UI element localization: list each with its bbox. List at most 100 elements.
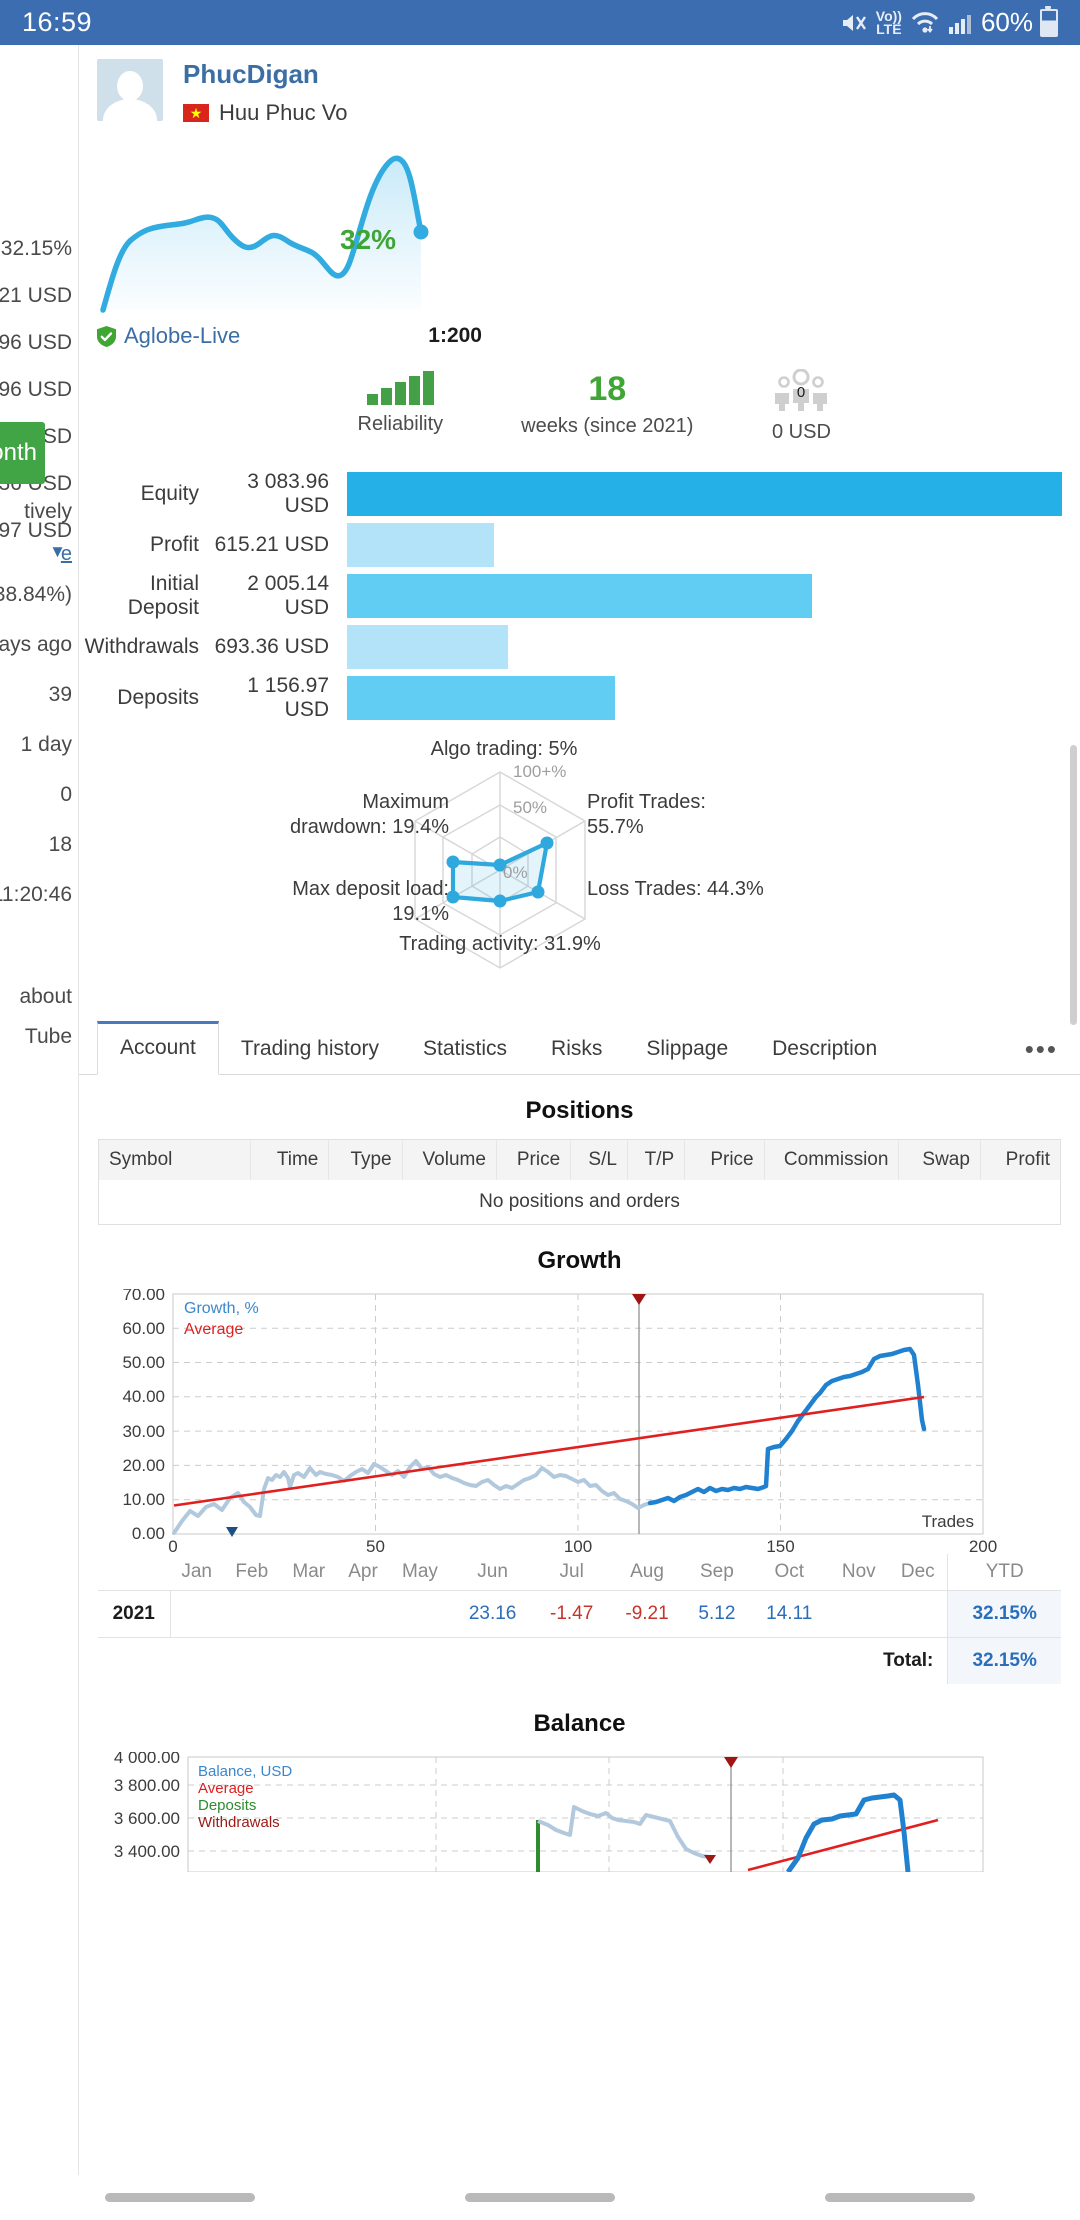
svg-text:0.00: 0.00 — [132, 1524, 165, 1543]
peek-stat-5: 0 — [60, 783, 72, 806]
svg-text:60.00: 60.00 — [122, 1319, 165, 1338]
peek-stat-7: 5 11:20:46 — [0, 883, 72, 906]
profile-login[interactable]: PhucDigan — [183, 59, 347, 89]
bar-fill-deposits — [347, 676, 616, 720]
peek-stat-4: 1 day — [20, 733, 72, 756]
col-price-open[interactable]: Price — [496, 1139, 572, 1180]
status-bar: 16:59 Vo)) LTE 60% — [0, 0, 1080, 45]
col-commission[interactable]: Commission — [764, 1139, 900, 1180]
radar-label-trading-activity: Trading activity: 31.9% — [355, 932, 645, 957]
table-row: 2021 23.16 -1.47 -9.21 5.12 14.11 32.15% — [98, 1590, 1061, 1638]
radar-label-profit-trades: Profit Trades: 55.7% — [587, 791, 706, 838]
cell-mar — [280, 1590, 338, 1638]
radar-label-loss-trades: Loss Trades: 44.3% — [587, 877, 807, 902]
tab-description[interactable]: Description — [750, 1024, 899, 1074]
bar-label-deposits: Deposits — [117, 686, 199, 709]
col-time[interactable]: Time — [250, 1139, 330, 1180]
bar-track — [347, 472, 1062, 516]
svg-text:0: 0 — [797, 384, 805, 401]
weeks-metric: 18 weeks (since 2021) — [521, 371, 693, 444]
tab-overflow-menu-icon[interactable]: ••• — [1025, 1024, 1080, 1074]
nav-recents-pill[interactable] — [825, 2193, 975, 2202]
growth-sparkline: 32% — [97, 132, 517, 317]
radar-label-loss-trades-text: Loss Trades: 44.3% — [587, 878, 764, 900]
svg-text:100: 100 — [564, 1537, 592, 1554]
col-symbol[interactable]: Symbol — [98, 1139, 251, 1180]
nav-home-pill[interactable] — [465, 2193, 615, 2202]
balance-chart-title: Balance — [533, 1710, 626, 1737]
bar-fill-equity — [347, 472, 1062, 516]
tab-account[interactable]: Account — [97, 1021, 219, 1075]
nav-back-pill[interactable] — [105, 2193, 255, 2202]
status-bar-icons: Vo)) LTE 60% — [839, 5, 1058, 38]
subscribers-funds: 0 USD — [772, 421, 831, 443]
cell-aug: -9.21 — [609, 1590, 685, 1638]
peek-value-balance: 83.96 USD — [0, 378, 72, 401]
radar-label-algo-trading-text: Algo trading: 5% — [430, 738, 578, 760]
account-bar-row: Withdrawals 693.36 USD — [79, 625, 1062, 669]
account-bar-row: Profit 615.21 USD — [79, 523, 1062, 567]
radar-label-trading-activity-text: Trading activity: 31.9% — [399, 933, 601, 955]
profile-header: PhucDigan ★ Huu Phuc Vo — [79, 45, 1080, 126]
account-bar-row: Deposits 1 156.97 USD — [79, 674, 1062, 721]
reliability-label: Reliability — [357, 413, 444, 435]
broker-name-block[interactable]: Aglobe-Live — [97, 323, 240, 349]
chevron-down-icon[interactable]: ▼ — [49, 542, 66, 562]
tab-statistics[interactable]: Statistics — [401, 1024, 529, 1074]
tab-risks[interactable]: Risks — [529, 1024, 624, 1074]
previous-page-peek[interactable]: 32.15% 15.21 USD 83.96 USD 83.96 USD 05.… — [0, 45, 79, 2175]
row-year-2021: 2021 — [98, 1590, 171, 1638]
profile-real-name-row: ★ Huu Phuc Vo — [183, 100, 347, 126]
bar-label-equity: Equity — [140, 482, 199, 505]
col-apr: Apr — [337, 1554, 389, 1591]
cell-oct: 14.11 — [749, 1590, 830, 1638]
bar-value-withdrawals: 693.36 USD — [214, 635, 329, 658]
tab-slippage[interactable]: Slippage — [624, 1024, 750, 1074]
cell-dec — [888, 1590, 948, 1638]
avatar[interactable] — [97, 59, 163, 121]
avatar-body — [103, 99, 157, 121]
mute-icon — [839, 9, 869, 37]
tab-bar: Account Trading history Statistics Risks… — [79, 1021, 1080, 1075]
battery-icon — [1040, 5, 1058, 37]
col-volume[interactable]: Volume — [402, 1139, 497, 1180]
bar-track — [347, 676, 1062, 720]
vertical-scrollbar[interactable] — [1070, 745, 1077, 1025]
svg-text:Trades: Trades — [922, 1512, 974, 1531]
svg-text:10.00: 10.00 — [122, 1490, 165, 1509]
peek-subscribe-button[interactable]: onth — [0, 422, 45, 484]
total-value: 32.15% — [947, 1637, 1061, 1684]
svg-text:Balance, USD: Balance, USD — [198, 1763, 292, 1780]
tab-trading-history[interactable]: Trading history — [219, 1024, 401, 1074]
bar-fill-withdrawals — [347, 625, 508, 669]
col-tp[interactable]: T/P — [627, 1139, 686, 1180]
col-type[interactable]: Type — [328, 1139, 403, 1180]
broker-row: Aglobe-Live 1:200 — [97, 323, 482, 349]
bar-value-deposits: 1 156.97 USD — [247, 674, 329, 721]
svg-text:20.00: 20.00 — [122, 1456, 165, 1475]
cell-apr — [337, 1590, 389, 1638]
col-nov: Nov — [829, 1554, 889, 1591]
col-profit[interactable]: Profit — [980, 1139, 1061, 1180]
sparkline-growth-badge: 32% — [340, 224, 397, 255]
col-price-cur[interactable]: Price — [684, 1139, 765, 1180]
table-header-row: Jan Feb Mar Apr May Jun Jul Aug Sep Oct … — [98, 1554, 1061, 1591]
svg-text:0: 0 — [168, 1537, 177, 1554]
col-swap[interactable]: Swap — [898, 1139, 981, 1180]
svg-text:50: 50 — [366, 1537, 385, 1554]
svg-text:70.00: 70.00 — [122, 1289, 165, 1304]
status-bar-clock: 16:59 — [22, 7, 93, 37]
svg-text:50.00: 50.00 — [122, 1353, 165, 1372]
wifi-icon — [909, 9, 941, 37]
svg-text:Average: Average — [184, 1321, 243, 1338]
col-sl[interactable]: S/L — [570, 1139, 628, 1180]
svg-text:Withdrawals: Withdrawals — [198, 1814, 280, 1831]
col-jun: Jun — [451, 1554, 534, 1591]
cell-jul: -1.47 — [533, 1590, 610, 1638]
bar-value-initial-deposit: 2 005.14 USD — [247, 572, 329, 619]
col-may: May — [388, 1554, 452, 1591]
svg-text:200: 200 — [969, 1537, 997, 1554]
cell-jan — [170, 1590, 224, 1638]
radar-label-algo-trading: Algo trading: 5% — [379, 737, 629, 762]
network-label: LTE — [876, 20, 902, 37]
